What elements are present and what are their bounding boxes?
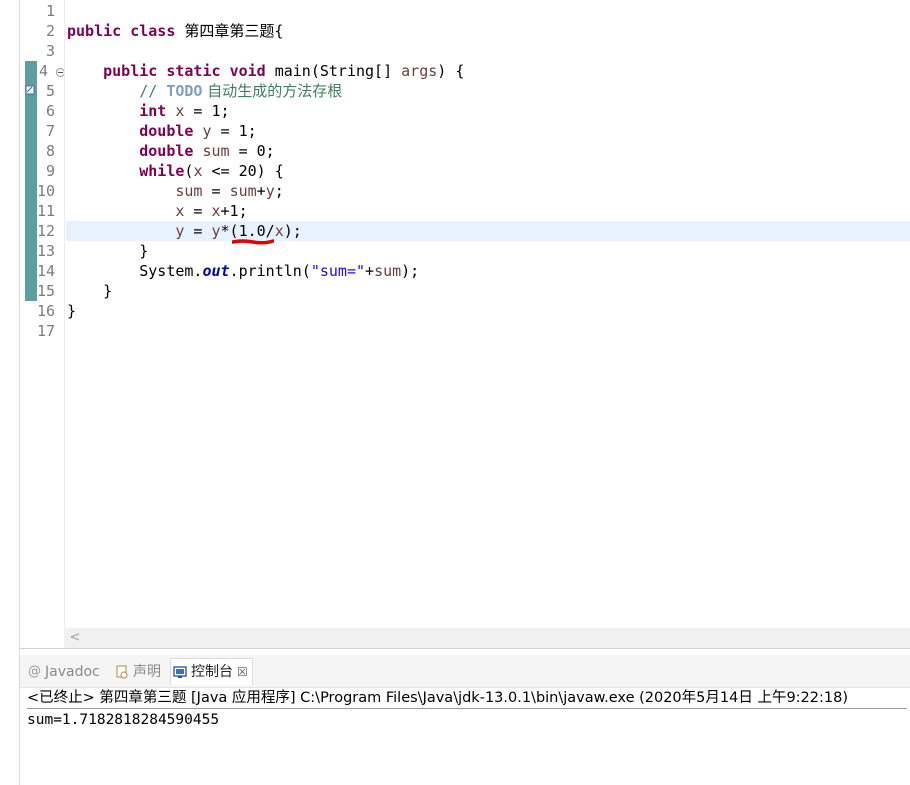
code-text: + bbox=[256, 182, 266, 200]
keyword: public bbox=[67, 22, 122, 40]
line-number: 10 bbox=[36, 182, 55, 200]
brace: { bbox=[274, 22, 284, 40]
code-text: ); bbox=[401, 262, 420, 280]
code-text: main(String[] bbox=[274, 62, 402, 80]
line-number: 1 bbox=[45, 2, 55, 20]
tab-label: 控制台 bbox=[191, 664, 233, 680]
code-line: } bbox=[67, 241, 148, 261]
line-number: 2 bbox=[45, 22, 55, 40]
code-text: + bbox=[365, 262, 375, 280]
line-number: 7 bbox=[45, 122, 55, 140]
tab-console[interactable]: 控制台 ☒ bbox=[170, 658, 253, 685]
keyword: double bbox=[139, 122, 194, 140]
code-line: public static void main(String[] args) { bbox=[67, 61, 464, 81]
variable: sum bbox=[374, 262, 402, 280]
brace: } bbox=[67, 302, 77, 320]
line-number: 16 bbox=[36, 302, 55, 320]
keyword: void bbox=[229, 62, 266, 80]
code-text: = 1; bbox=[211, 122, 257, 140]
code-line: x = x+1; bbox=[67, 201, 248, 221]
gutter-separator bbox=[64, 0, 65, 628]
javadoc-icon: @ bbox=[28, 664, 41, 679]
code-text: = bbox=[202, 182, 230, 200]
line-number: 8 bbox=[45, 142, 55, 160]
line-number: 4 bbox=[38, 62, 48, 80]
code-text: = bbox=[184, 202, 212, 220]
scroll-left-arrow-icon[interactable]: < bbox=[68, 629, 82, 647]
code-line: while(x <= 20) { bbox=[67, 161, 284, 181]
code-line: System.out.println("sum="+sum); bbox=[67, 261, 419, 281]
brace: } bbox=[139, 242, 149, 260]
variable: sum bbox=[175, 182, 203, 200]
declaration-icon bbox=[116, 665, 128, 679]
code-line: double sum = 0; bbox=[67, 141, 275, 161]
variable: y bbox=[202, 122, 212, 140]
line-number: 12 bbox=[36, 222, 55, 240]
variable: y bbox=[265, 182, 275, 200]
horizontal-scrollbar[interactable]: < bbox=[64, 628, 910, 648]
console-icon bbox=[173, 666, 187, 678]
quick-fix-icon[interactable] bbox=[25, 85, 35, 95]
code-text: = 1; bbox=[184, 102, 230, 120]
tab-declaration[interactable]: 声明 bbox=[115, 661, 161, 683]
variable: x bbox=[274, 222, 284, 240]
code-text: ); bbox=[283, 222, 302, 240]
line-number: 14 bbox=[36, 262, 55, 280]
code-line: public class 第四章第三题{ bbox=[67, 21, 283, 41]
console-panel[interactable]: @ Javadoc 声明 控制台 ☒ <已终止> 第四章第三题 [Java 应用程序… bbox=[20, 655, 910, 785]
tab-javadoc[interactable]: @ Javadoc bbox=[28, 661, 100, 683]
comment: // bbox=[139, 82, 167, 100]
tab-label: 声明 bbox=[133, 664, 161, 680]
code-line: double y = 1; bbox=[67, 121, 257, 141]
code-line: // TODO 自动生成的方法存根 bbox=[67, 81, 342, 101]
keyword: public bbox=[103, 62, 158, 80]
todo-tag: TODO bbox=[166, 82, 203, 100]
red-underline-annotation bbox=[232, 239, 274, 245]
line-number: 3 bbox=[45, 42, 55, 60]
code-text: System. bbox=[139, 262, 203, 280]
view-tab-bar: @ Javadoc 声明 控制台 ☒ bbox=[20, 655, 910, 688]
code-text: +1; bbox=[220, 202, 248, 220]
close-icon[interactable]: ☒ bbox=[237, 665, 248, 679]
line-number: 13 bbox=[36, 242, 55, 260]
divider bbox=[20, 648, 910, 649]
comment: 自动生成的方法存根 bbox=[202, 82, 343, 100]
line-number: 15 bbox=[36, 282, 55, 300]
keyword: int bbox=[139, 102, 167, 120]
line-number: 6 bbox=[45, 102, 55, 120]
tab-label: Javadoc bbox=[45, 664, 100, 680]
code-line: } bbox=[67, 301, 76, 321]
brace: } bbox=[103, 282, 113, 300]
line-number: 9 bbox=[45, 162, 55, 180]
keyword: while bbox=[139, 162, 185, 180]
variable: sum bbox=[202, 142, 230, 160]
static-field: out bbox=[202, 262, 230, 280]
console-output[interactable]: sum=1.7182818284590455 bbox=[27, 710, 219, 730]
keyword: static bbox=[166, 62, 221, 80]
code-text: = bbox=[184, 222, 212, 240]
keyword: class bbox=[130, 22, 176, 40]
code-text: <= 20) { bbox=[202, 162, 284, 180]
variable: y bbox=[211, 222, 221, 240]
code-area[interactable]: public class 第四章第三题{ public static void … bbox=[67, 0, 910, 628]
code-line: int x = 1; bbox=[67, 101, 230, 121]
code-text: .println( bbox=[229, 262, 311, 280]
line-number: 5 bbox=[45, 82, 55, 100]
java-editor[interactable]: 1 2 3 4 5 6 7 8 9 10 11 12 13 14 15 16 1… bbox=[0, 0, 910, 650]
line-number: 11 bbox=[36, 202, 55, 220]
parameter: args bbox=[401, 62, 438, 80]
class-name: 第四章第三题 bbox=[184, 22, 275, 40]
code-text: ) { bbox=[437, 62, 465, 80]
string-literal: "sum=" bbox=[310, 262, 366, 280]
line-number: 17 bbox=[36, 322, 55, 340]
code-line: } bbox=[67, 281, 112, 301]
code-line: sum = sum+y; bbox=[67, 181, 284, 201]
variable: sum bbox=[229, 182, 257, 200]
console-description: <已终止> 第四章第三题 [Java 应用程序] C:\Program File… bbox=[27, 688, 907, 709]
code-text: ; bbox=[274, 182, 284, 200]
code-text: = 0; bbox=[229, 142, 275, 160]
keyword: double bbox=[139, 142, 194, 160]
variable: x bbox=[211, 202, 221, 220]
